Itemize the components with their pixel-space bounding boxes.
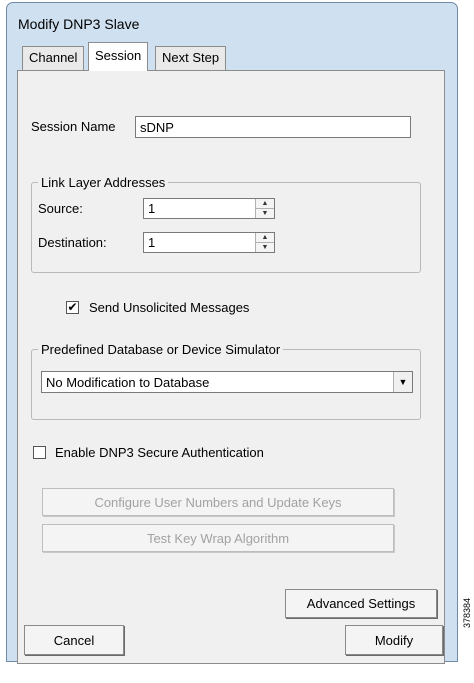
cancel-button[interactable]: Cancel (24, 625, 124, 655)
database-select[interactable]: No Modification to Database ▼ (41, 371, 413, 393)
destination-label: Destination: (38, 235, 107, 250)
tab-session[interactable]: Session (88, 42, 149, 71)
database-select-value[interactable]: No Modification to Database (42, 372, 393, 392)
link-layer-group: Link Layer Addresses (31, 175, 421, 273)
advanced-settings-button[interactable]: Advanced Settings (285, 589, 437, 618)
session-name-label: Session Name (31, 119, 116, 134)
secure-auth-checkbox[interactable] (33, 446, 46, 459)
destination-value[interactable]: 1 (144, 233, 255, 252)
figure-id: 378384 (462, 597, 472, 628)
configure-keys-button[interactable]: Configure User Numbers and Update Keys (42, 488, 394, 516)
modify-button[interactable]: Modify (345, 625, 443, 655)
send-unsolicited-checkbox[interactable]: ✔ (66, 301, 79, 314)
session-name-input[interactable] (135, 116, 411, 138)
source-label: Source: (38, 201, 83, 216)
window-title: Modify DNP3 Slave (18, 16, 140, 32)
send-unsolicited-label: Send Unsolicited Messages (89, 300, 250, 315)
chevron-down-icon[interactable]: ▼ (393, 372, 412, 392)
tab-channel[interactable]: Channel (22, 46, 85, 70)
tab-next-step[interactable]: Next Step (155, 46, 227, 70)
destination-spinner[interactable]: 1 ▲ ▼ (143, 232, 275, 253)
source-spinner[interactable]: 1 ▲ ▼ (143, 198, 275, 219)
checkmark-icon: ✔ (67, 300, 78, 314)
test-key-wrap-button[interactable]: Test Key Wrap Algorithm (42, 524, 394, 552)
spin-up-icon[interactable]: ▲ (256, 233, 274, 242)
secure-auth-label: Enable DNP3 Secure Authentication (55, 445, 264, 460)
database-group-title: Predefined Database or Device Simulator (41, 342, 281, 357)
spin-up-icon[interactable]: ▲ (256, 199, 274, 208)
spin-down-icon[interactable]: ▼ (256, 242, 274, 252)
spin-down-icon[interactable]: ▼ (256, 208, 274, 218)
source-value[interactable]: 1 (144, 199, 255, 218)
link-layer-group-title: Link Layer Addresses (41, 175, 166, 190)
